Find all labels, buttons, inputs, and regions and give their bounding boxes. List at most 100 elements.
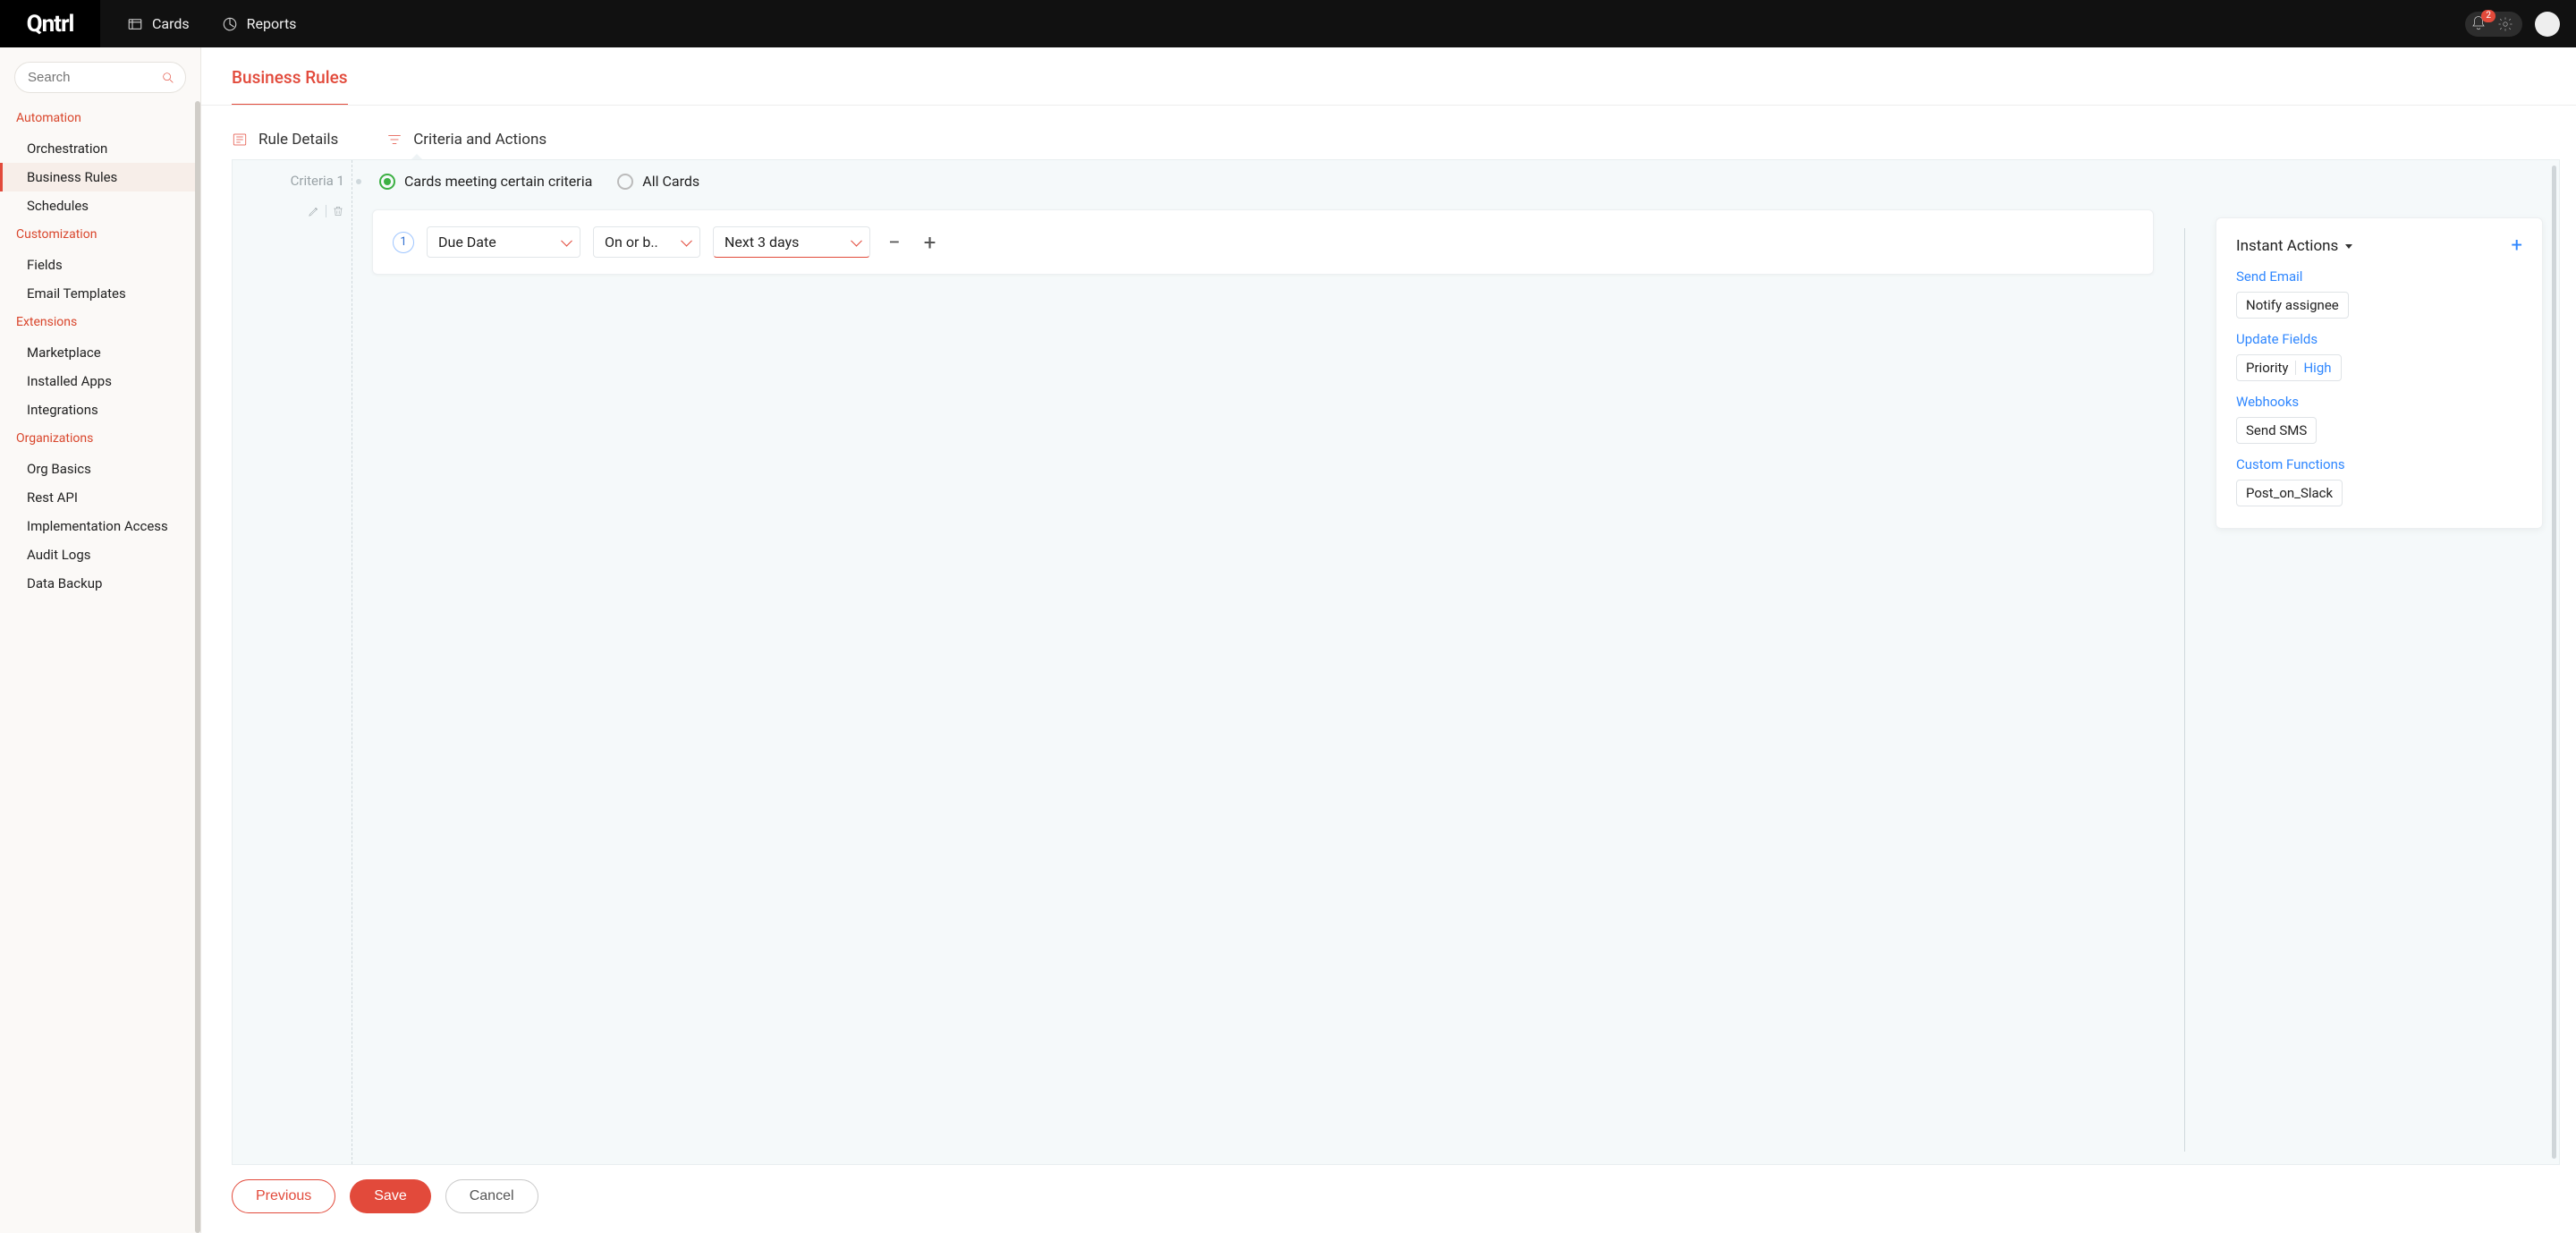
timeline-dot <box>356 179 361 184</box>
cards-icon <box>127 16 143 32</box>
sidebar-section-customization: Customization <box>0 220 200 251</box>
radio-all-cards[interactable]: All Cards <box>617 173 699 190</box>
sidebar-title-extensions: Extensions <box>16 315 200 329</box>
action-group-title-webhooks: Webhooks <box>2236 394 2522 410</box>
tab-criteria-actions-label: Criteria and Actions <box>413 131 547 149</box>
operator-select-value: On or b.. <box>605 234 658 251</box>
trash-icon[interactable] <box>332 205 344 217</box>
add-condition-button[interactable]: + <box>919 230 942 255</box>
chip-notify-assignee[interactable]: Notify assignee <box>2236 292 2349 319</box>
value-select[interactable]: Next 3 days <box>713 226 870 258</box>
page-title: Business Rules <box>232 67 348 106</box>
sidebar-item-business-rules[interactable]: Business Rules <box>0 163 200 191</box>
sidebar-item-marketplace[interactable]: Marketplace <box>0 338 200 367</box>
workspace: Criteria 1 Cards meeting certain criteri… <box>232 159 2560 1165</box>
rules-area: Cards meeting certain criteria All Cards… <box>372 173 2154 1152</box>
previous-button[interactable]: Previous <box>232 1179 335 1213</box>
sidebar: Automation Orchestration Business Rules … <box>0 47 201 1233</box>
actions-title[interactable]: Instant Actions <box>2236 237 2352 255</box>
notifications-button[interactable]: 2 <box>2470 15 2488 33</box>
sidebar-title-organizations: Organizations <box>16 431 200 446</box>
chip-priority-high[interactable]: Priority High <box>2236 354 2342 381</box>
content: Business Rules Rule Details Criteria and… <box>201 47 2576 1233</box>
chip-post-on-slack-label: Post_on_Slack <box>2246 485 2333 501</box>
action-group-send-email: Send Email Notify assignee <box>2236 268 2522 319</box>
sidebar-title-customization: Customization <box>16 227 200 242</box>
add-action-button[interactable]: + <box>2512 236 2522 256</box>
nav-reports[interactable]: Reports <box>222 15 297 32</box>
sidebar-item-org-basics[interactable]: Org Basics <box>0 455 200 483</box>
tab-criteria-actions[interactable]: Criteria and Actions <box>386 131 547 156</box>
field-select[interactable]: Due Date <box>427 226 580 258</box>
nav-cards[interactable]: Cards <box>127 15 190 32</box>
sidebar-item-data-backup[interactable]: Data Backup <box>0 569 200 598</box>
action-group-title-update-fields: Update Fields <box>2236 331 2522 347</box>
criteria-icon <box>386 132 402 148</box>
topbar-actions-pill: 2 <box>2465 12 2522 37</box>
criteria-column: Criteria 1 <box>233 160 352 1164</box>
field-select-value: Due Date <box>438 234 496 251</box>
step-number: 1 <box>393 232 414 253</box>
sidebar-item-orchestration[interactable]: Orchestration <box>0 134 200 163</box>
nav-reports-label: Reports <box>247 15 297 32</box>
radio-certain-criteria-label: Cards meeting certain criteria <box>404 173 592 190</box>
sidebar-section-extensions: Extensions <box>0 308 200 338</box>
sidebar-item-audit-logs[interactable]: Audit Logs <box>0 540 200 569</box>
sidebar-item-email-templates[interactable]: Email Templates <box>0 279 200 308</box>
chip-send-sms-label: Send SMS <box>2246 422 2307 438</box>
radio-dot-checked <box>379 174 395 190</box>
page-header: Business Rules <box>201 47 2576 106</box>
main: Automation Orchestration Business Rules … <box>0 47 2576 1233</box>
chip-value-label: High <box>2303 360 2331 376</box>
actions-panel: Instant Actions + Send Email Notify assi… <box>2216 217 2543 529</box>
actions-title-label: Instant Actions <box>2236 237 2338 255</box>
save-button[interactable]: Save <box>350 1179 430 1213</box>
top-nav: Cards Reports <box>100 15 296 32</box>
sidebar-item-implementation-access[interactable]: Implementation Access <box>0 512 200 540</box>
action-group-custom-functions: Custom Functions Post_on_Slack <box>2236 456 2522 506</box>
sidebar-item-schedules[interactable]: Schedules <box>0 191 200 220</box>
radio-certain-criteria[interactable]: Cards meeting certain criteria <box>379 173 592 190</box>
logo-text: Qntrl <box>27 11 74 38</box>
tabs: Rule Details Criteria and Actions <box>201 106 2576 156</box>
chip-post-on-slack[interactable]: Post_on_Slack <box>2236 480 2343 506</box>
workspace-scrollbar[interactable] <box>2552 166 2556 1159</box>
nav-cards-label: Cards <box>152 15 190 32</box>
sidebar-item-integrations[interactable]: Integrations <box>0 395 200 424</box>
sidebar-item-rest-api[interactable]: Rest API <box>0 483 200 512</box>
remove-condition-button[interactable]: − <box>883 230 906 255</box>
chip-notify-assignee-label: Notify assignee <box>2246 297 2339 313</box>
sidebar-item-installed-apps[interactable]: Installed Apps <box>0 367 200 395</box>
action-group-title-send-email: Send Email <box>2236 268 2522 285</box>
caret-down-icon <box>2345 244 2352 249</box>
cancel-button[interactable]: Cancel <box>445 1179 538 1213</box>
radio-all-cards-label: All Cards <box>642 173 699 190</box>
scope-row: Cards meeting certain criteria All Cards <box>372 173 2154 190</box>
chip-send-sms[interactable]: Send SMS <box>2236 417 2317 444</box>
tab-rule-details-label: Rule Details <box>258 131 338 149</box>
radio-dot-unchecked <box>617 174 633 190</box>
logo[interactable]: Qntrl <box>0 0 100 47</box>
avatar[interactable] <box>2535 12 2560 37</box>
tab-rule-details[interactable]: Rule Details <box>232 131 338 156</box>
chip-field-label: Priority <box>2246 360 2288 376</box>
reports-icon <box>222 16 238 32</box>
topbar: Qntrl Cards Reports 2 <box>0 0 2576 47</box>
action-group-webhooks: Webhooks Send SMS <box>2236 394 2522 444</box>
sidebar-title-automation: Automation <box>16 111 200 125</box>
connector-line <box>2184 228 2185 1152</box>
topbar-right: 2 <box>2465 12 2560 37</box>
footer: Previous Save Cancel <box>201 1165 2576 1233</box>
sidebar-item-fields[interactable]: Fields <box>0 251 200 279</box>
criteria-label: Criteria 1 <box>233 173 344 189</box>
operator-select[interactable]: On or b.. <box>593 226 700 258</box>
chip-divider <box>2295 361 2296 375</box>
edit-icon[interactable] <box>308 205 320 217</box>
gear-icon[interactable] <box>2497 16 2513 32</box>
canvas: Cards meeting certain criteria All Cards… <box>352 160 2559 1164</box>
search-icon <box>161 71 175 85</box>
action-group-title-custom-functions: Custom Functions <box>2236 456 2522 472</box>
value-select-value: Next 3 days <box>724 234 799 251</box>
sidebar-section-automation: Automation <box>0 104 200 134</box>
criteria-card: 1 Due Date On or b.. Next 3 days − + <box>372 209 2154 275</box>
